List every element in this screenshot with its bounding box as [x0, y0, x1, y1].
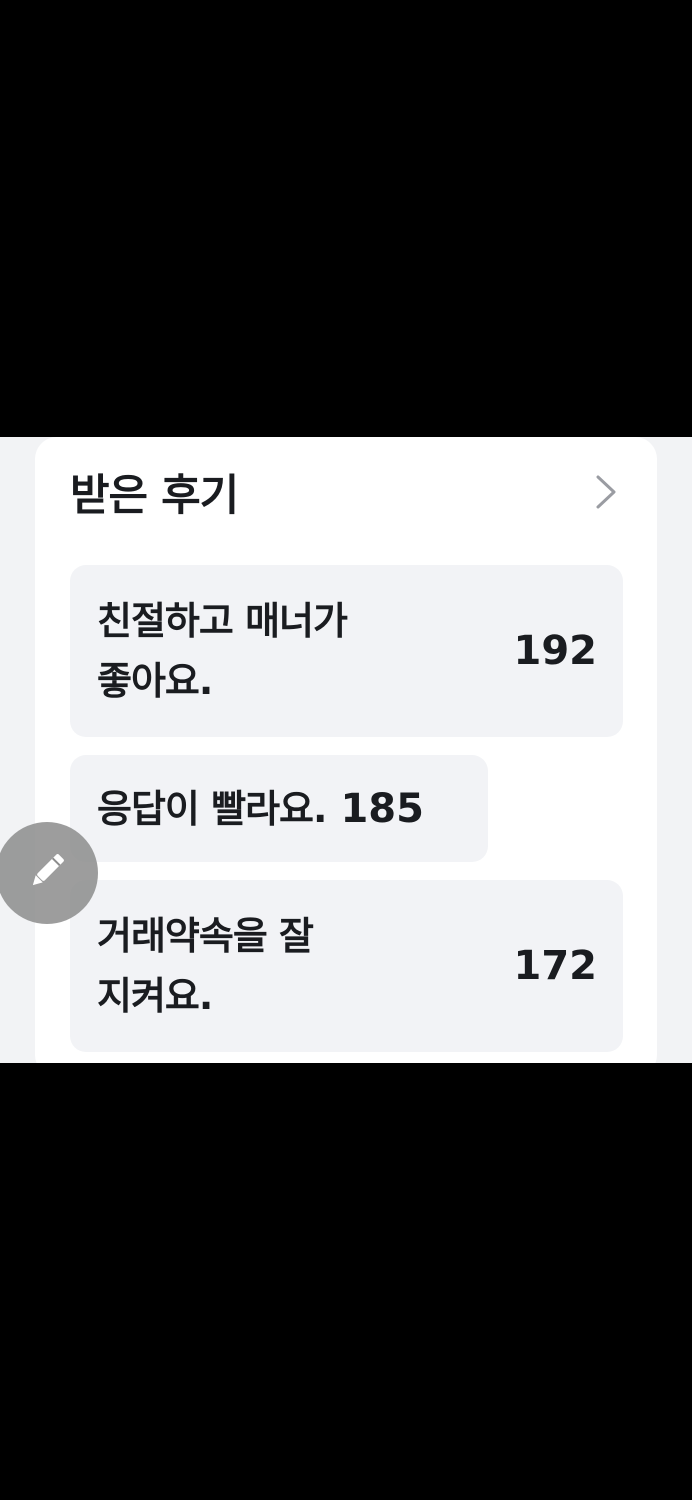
reviews-header[interactable]: 받은 후기 [70, 459, 622, 525]
review-count: 172 [513, 943, 598, 989]
review-item[interactable]: 친절하고 매너가 좋아요. 192 [70, 565, 623, 737]
reviews-card: 받은 후기 친절하고 매너가 좋아요. 192 응답이 빨라요. 185 거래약… [35, 437, 657, 1063]
chevron-right-icon[interactable] [590, 472, 622, 512]
review-label-line: 지켜요. [97, 974, 213, 1018]
review-label-line: 친절하고 매너가 [97, 599, 348, 643]
top-letterbox [0, 0, 692, 437]
bottom-letterbox [0, 1063, 692, 1500]
review-count: 185 [340, 785, 424, 832]
write-button[interactable] [0, 822, 98, 924]
review-label-line: 거래약속을 잘 [97, 914, 314, 958]
review-item[interactable]: 거래약속을 잘 지켜요. 172 [70, 880, 623, 1052]
review-label: 거래약속을 잘 지켜요. [97, 906, 417, 1026]
review-label: 친절하고 매너가 좋아요. [97, 591, 417, 711]
reviews-screen: 받은 후기 친절하고 매너가 좋아요. 192 응답이 빨라요. 185 거래약… [0, 437, 692, 1063]
review-label: 응답이 빨라요. [97, 786, 327, 831]
review-item[interactable]: 응답이 빨라요. 185 [70, 755, 488, 862]
review-label-line: 좋아요. [97, 659, 213, 703]
review-count: 192 [513, 628, 598, 674]
section-title: 받은 후기 [70, 471, 239, 521]
pencil-icon [25, 849, 69, 897]
